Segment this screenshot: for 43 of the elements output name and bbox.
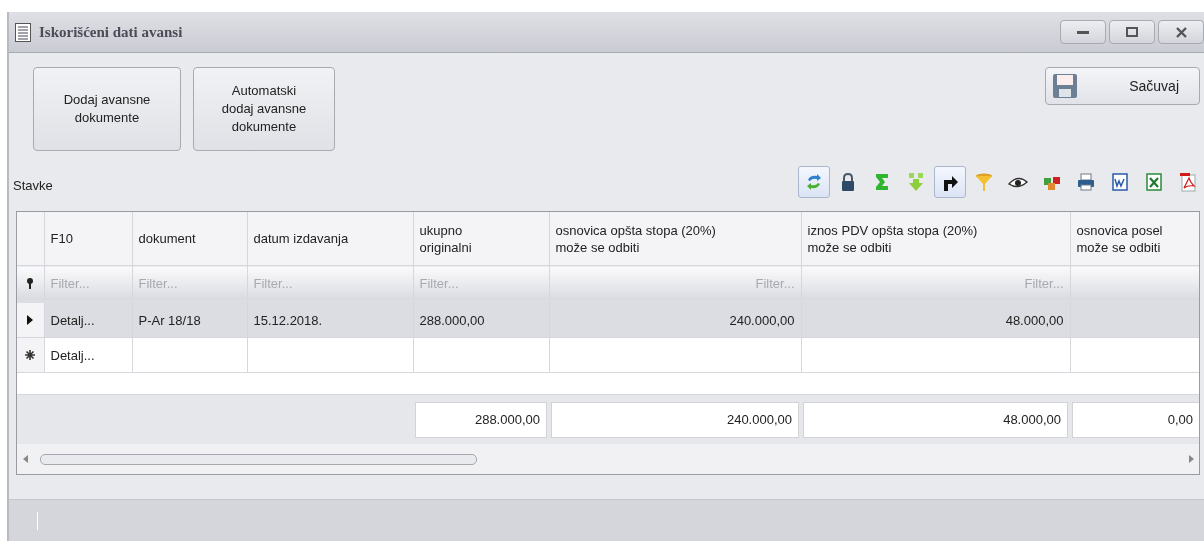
maximize-button[interactable]	[1109, 20, 1155, 44]
pdf-document-icon	[1178, 172, 1198, 192]
column-header[interactable]: dokument	[132, 212, 247, 266]
total-cell: 48.000,00	[803, 401, 1068, 438]
total-cell: 240.000,00	[551, 401, 799, 438]
save-icon	[1052, 73, 1078, 99]
toolbar-button[interactable]	[934, 166, 966, 198]
current-row-icon	[27, 315, 34, 325]
column-header[interactable]: datum izdavanja	[247, 212, 413, 266]
table-cell: 288.000,00	[413, 301, 549, 338]
funnel-icon	[974, 172, 994, 192]
action-button[interactable]: Dodaj avansne dokumente	[33, 67, 181, 151]
column-header[interactable]: F10	[44, 212, 132, 266]
table-cell: P-Ar 18/18	[132, 301, 247, 338]
down-arrow-icon	[906, 172, 926, 192]
scroll-right-icon[interactable]	[1189, 455, 1194, 463]
close-button[interactable]	[1158, 20, 1204, 44]
document-icon	[15, 22, 31, 42]
minimize-icon	[1077, 30, 1089, 34]
scroll-left-icon[interactable]	[23, 455, 28, 463]
maximize-icon	[1126, 27, 1138, 37]
window-title: Iskorišćeni dati avansi	[39, 23, 183, 41]
column-header[interactable]: osnovica posel može se odbiti	[1070, 212, 1199, 266]
printer-icon	[1076, 172, 1096, 192]
table-cell: Detalj...	[44, 301, 132, 338]
column-header[interactable]: ukupno originalni	[413, 212, 549, 266]
spreadsheet-icon	[1144, 172, 1164, 192]
column-header[interactable]: osnovica opšta stopa (20%) može se odbiti	[549, 212, 801, 266]
close-icon	[1175, 26, 1187, 38]
table-cell: Detalj...	[44, 337, 132, 373]
filter-pin-icon	[26, 277, 35, 289]
column-header[interactable]: iznos PDV opšta stopa (20%) može se odbiti	[801, 212, 1070, 266]
new-row-icon	[25, 350, 36, 360]
save-button[interactable]: Sačuvaj	[1045, 67, 1200, 105]
minimize-button[interactable]	[1060, 20, 1106, 44]
table-cell: 15.12.2018.	[247, 301, 413, 338]
table-cell: 48.000,00	[801, 301, 1070, 338]
total-cell: 288.000,00	[415, 401, 547, 438]
section-label: Stavke	[13, 178, 53, 195]
action-button[interactable]: Automatski dodaj avansne dokumente	[193, 67, 335, 151]
table-cell: 240.000,00	[549, 301, 801, 338]
document-icon	[1110, 172, 1130, 192]
total-cell: 0,00	[1072, 401, 1199, 438]
